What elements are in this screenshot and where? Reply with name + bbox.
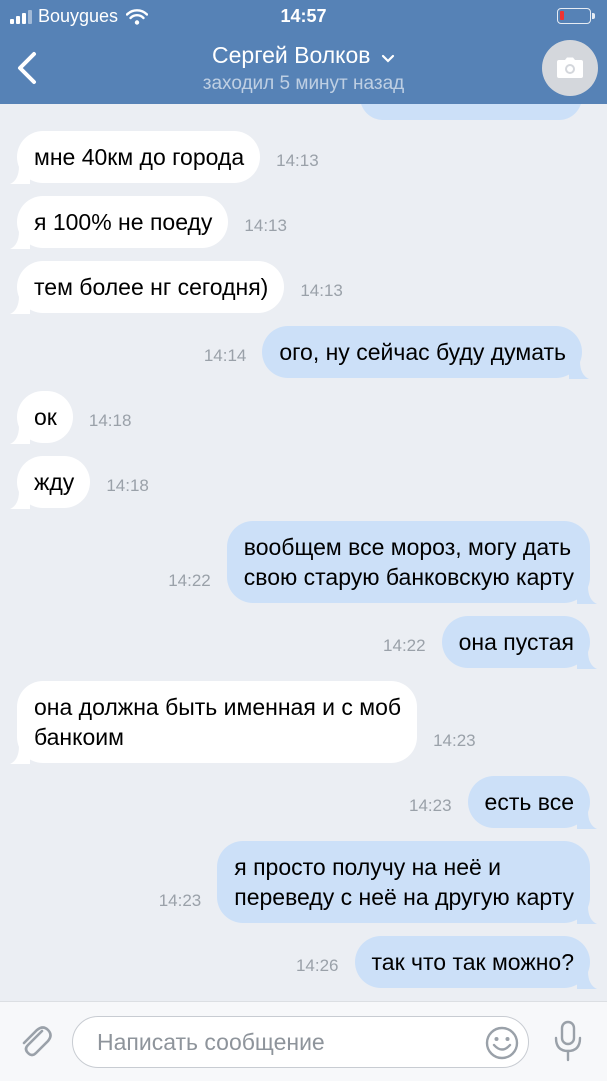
incoming-message[interactable]: ок: [10, 391, 73, 444]
message-text: мне 40км до города: [34, 144, 245, 170]
message-text-line: она должна быть именная и с моб: [34, 694, 402, 720]
message-text-line: свою старую банковскую карту: [243, 564, 574, 590]
message-timestamp: 14:13: [276, 151, 319, 170]
chat-header: Bouygues 14:57 Сергей Волков заходил 5 м…: [0, 0, 607, 104]
chevron-down-icon[interactable]: [381, 54, 395, 64]
outgoing-message[interactable]: она пустая: [441, 616, 597, 669]
bubble-tail: [10, 296, 30, 314]
battery-icon: [557, 8, 595, 24]
message-input[interactable]: Написать сообщение: [72, 1016, 529, 1068]
bubble-tail: [10, 166, 30, 184]
outgoing-message[interactable]: ого, ну сейчас буду думать: [262, 326, 589, 379]
message-list[interactable]: мне 40км до города 14:13 я 100% не поеду 14…: [0, 104, 607, 1001]
outgoing-message[interactable]: есть все: [467, 776, 597, 829]
message-text: она пустая: [458, 629, 574, 655]
message-text: я 100% не поеду: [34, 209, 213, 235]
message-timestamp: 14:23: [409, 796, 452, 815]
incoming-message[interactable]: она должна быть именная и с моб банкоим: [10, 681, 418, 764]
contact-name[interactable]: Сергей Волков: [212, 42, 370, 68]
status-time: 14:57: [280, 6, 327, 26]
bubble-tail: [10, 231, 30, 249]
bubble-tail: [10, 746, 30, 764]
bubble-tail: [577, 906, 597, 924]
outgoing-message[interactable]: я просто получу на неё и переведу с неё н…: [217, 841, 597, 924]
message-input-placeholder: Написать сообщение: [97, 1029, 325, 1055]
incoming-message[interactable]: мне 40км до города: [10, 131, 261, 184]
contact-status: заходил 5 минут назад: [202, 73, 405, 94]
message-timestamp: 14:13: [300, 281, 343, 300]
message-text: ого, ну сейчас буду думать: [279, 339, 566, 365]
message-text-line: переведу с неё на другую карту: [234, 884, 574, 910]
paperclip-icon[interactable]: [18, 1022, 54, 1062]
camera-button[interactable]: [542, 40, 598, 96]
bubble-tail: [10, 491, 30, 509]
message-text-line: я просто получу на неё и: [234, 854, 502, 880]
message-timestamp: 14:18: [106, 476, 149, 495]
microphone-icon[interactable]: [553, 1020, 583, 1062]
message-timestamp: 14:18: [88, 411, 132, 430]
message-text: есть все: [484, 789, 574, 815]
bubble-tail: [10, 426, 30, 444]
message-bubble-partial[interactable]: [360, 104, 582, 120]
incoming-message[interactable]: жду: [10, 456, 91, 509]
status-bar: Bouygues 14:57: [0, 0, 607, 34]
message-text: так что так можно?: [371, 949, 575, 975]
incoming-message[interactable]: я 100% не поеду: [10, 196, 229, 249]
message-timestamp: 14:23: [158, 891, 202, 910]
message-text: жду: [34, 469, 75, 495]
message-text: ок: [34, 404, 57, 430]
incoming-message[interactable]: тем более нг сегодня): [10, 261, 285, 314]
outgoing-message[interactable]: так что так можно?: [354, 936, 597, 989]
bubble-tail: [577, 971, 597, 989]
battery-level: [560, 11, 565, 20]
bubble-tail: [577, 586, 597, 604]
outgoing-message[interactable]: вообщем все мороз, могу дать свою старую …: [226, 521, 597, 604]
emoji-icon[interactable]: [484, 1025, 520, 1061]
message-text: тем более нг сегодня): [34, 274, 269, 300]
message-timestamp: 14:26: [295, 956, 339, 975]
message-text-line: вообщем все мороз, могу дать: [243, 534, 572, 560]
bubble-tail: [569, 361, 589, 379]
bubble-tail: [577, 811, 597, 829]
message-timestamp: 14:23: [433, 731, 476, 750]
message-timestamp: 14:22: [383, 636, 426, 655]
contact-title[interactable]: Сергей Волков: [0, 42, 607, 69]
message-timestamp: 14:13: [244, 216, 287, 235]
composer-bar: Написать сообщение: [0, 1001, 607, 1081]
message-timestamp: 14:22: [168, 571, 211, 590]
bubble-tail: [577, 651, 597, 669]
camera-icon: [557, 57, 583, 78]
message-text-line: банкоим: [34, 724, 124, 750]
message-timestamp: 14:14: [203, 346, 247, 365]
